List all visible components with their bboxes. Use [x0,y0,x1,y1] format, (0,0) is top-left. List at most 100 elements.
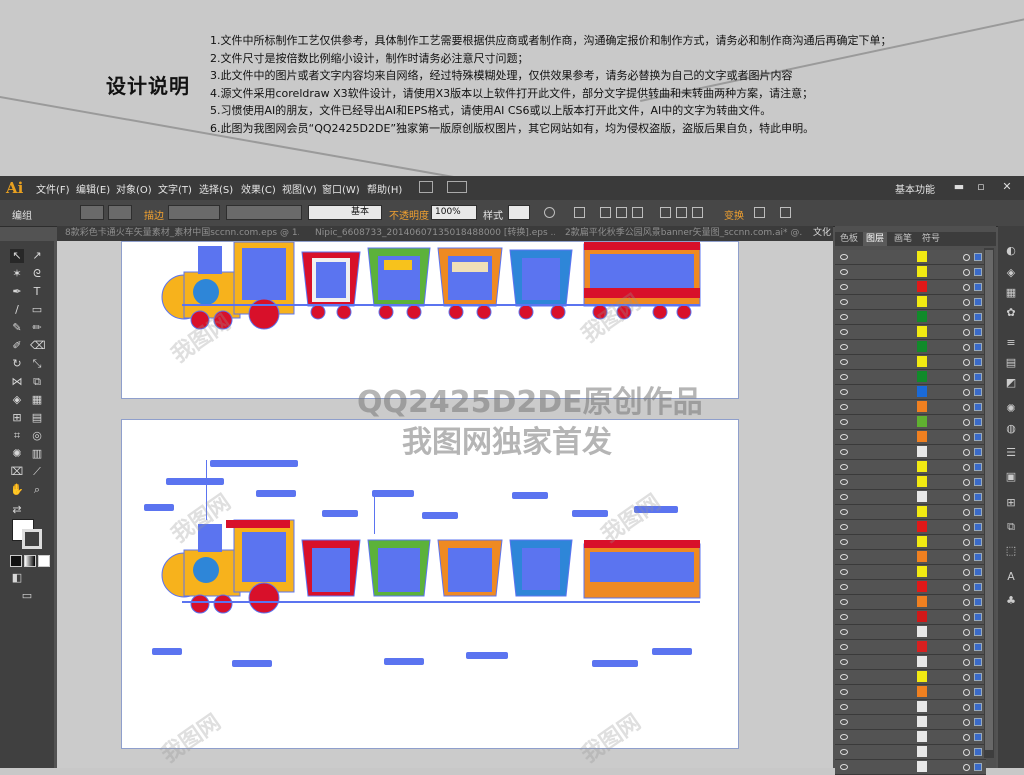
layer-row[interactable] [835,715,986,730]
doc-tab-2[interactable]: Nipic_6608733_20140607135018488000 [转换].… [315,226,555,241]
target-icon[interactable] [963,584,970,591]
layer-row[interactable] [835,550,986,565]
scrollbar-thumb[interactable] [985,250,993,750]
target-icon[interactable] [963,689,970,696]
layer-row[interactable] [835,340,986,355]
gradient-mode-icon[interactable] [24,555,36,567]
pencil-tool-icon[interactable]: ✏ [30,321,44,335]
pathfinder-icon[interactable]: ⧉ [1004,520,1018,534]
tab-symbols[interactable]: 符号 [919,232,943,246]
visibility-eye-icon[interactable] [840,614,848,620]
layers-icon[interactable]: ☰ [1004,446,1018,460]
layer-row[interactable] [835,310,986,325]
target-icon[interactable] [963,614,970,621]
selection-indicator[interactable] [974,613,982,621]
target-icon[interactable] [963,404,970,411]
visibility-eye-icon[interactable] [840,554,848,560]
target-icon[interactable] [963,389,970,396]
menu-window[interactable]: 窗口(W) [322,181,360,196]
line-tool-icon[interactable]: / [10,303,24,317]
target-icon[interactable] [963,254,970,261]
variable-width-select[interactable] [226,205,302,220]
target-icon[interactable] [963,734,970,741]
visibility-eye-icon[interactable] [840,734,848,740]
target-icon[interactable] [963,314,970,321]
free-transform-tool-icon[interactable]: ⧉ [30,375,44,389]
selection-indicator[interactable] [974,748,982,756]
target-icon[interactable] [963,419,970,426]
target-icon[interactable] [963,374,970,381]
selection-indicator[interactable] [974,403,982,411]
visibility-eye-icon[interactable] [840,314,848,320]
layer-row[interactable] [835,490,986,505]
color-panel-icon[interactable]: ◐ [1004,244,1018,258]
layer-row[interactable] [835,355,986,370]
layer-row[interactable] [835,610,986,625]
visibility-eye-icon[interactable] [840,659,848,665]
stroke-swatch[interactable] [22,529,42,549]
hand-tool-icon[interactable]: ✋ [10,483,24,497]
align-icon[interactable]: ⊞ [1004,496,1018,510]
selection-indicator[interactable] [974,583,982,591]
rotate-tool-icon[interactable]: ↻ [10,357,24,371]
brush-style-select[interactable]: 基本 [308,205,382,220]
selection-indicator[interactable] [974,448,982,456]
layer-row[interactable] [835,730,986,745]
type-tool-icon[interactable]: T [30,285,44,299]
selection-indicator[interactable] [974,673,982,681]
recolor-icon[interactable] [544,207,555,218]
isolate-icon[interactable] [754,207,765,218]
visibility-eye-icon[interactable] [840,764,848,770]
layer-row[interactable] [835,280,986,295]
visibility-eye-icon[interactable] [840,434,848,440]
shape-builder-tool-icon[interactable]: ◈ [10,393,24,407]
target-icon[interactable] [963,284,970,291]
selection-indicator[interactable] [974,358,982,366]
selection-indicator[interactable] [974,568,982,576]
menu-help[interactable]: 帮助(H) [367,181,402,196]
layers-scrollbar[interactable] [984,248,994,758]
selection-indicator[interactable] [974,703,982,711]
brushes-icon[interactable]: ✿ [1004,306,1018,320]
workspace-switcher[interactable]: 基本功能 [895,181,935,196]
eyedropper-tool-icon[interactable]: ⌗ [10,429,24,443]
selection-indicator[interactable] [974,628,982,636]
artboard-tool-icon[interactable]: ⌧ [10,465,24,479]
selection-indicator[interactable] [974,418,982,426]
selection-indicator[interactable] [974,463,982,471]
target-icon[interactable] [963,749,970,756]
selection-indicator[interactable] [974,433,982,441]
menu-view[interactable]: 视图(V) [282,181,317,196]
layer-row[interactable] [835,460,986,475]
doc-tab-3[interactable]: 2款扁平化秋季公园风景banner矢量图_sccnn.com.ai* @... [565,226,803,241]
align-top-icon[interactable] [660,207,671,218]
direct-selection-tool-icon[interactable]: ↗ [30,249,44,263]
transform-label[interactable]: 变换 [724,207,744,222]
layer-row[interactable] [835,685,986,700]
visibility-eye-icon[interactable] [840,299,848,305]
target-icon[interactable] [963,464,970,471]
target-icon[interactable] [963,524,970,531]
visibility-eye-icon[interactable] [840,719,848,725]
fill-color-picker[interactable] [80,205,104,220]
visibility-eye-icon[interactable] [840,284,848,290]
visibility-eye-icon[interactable] [840,749,848,755]
visibility-eye-icon[interactable] [840,464,848,470]
visibility-eye-icon[interactable] [840,494,848,500]
perspective-grid-tool-icon[interactable]: ▦ [30,393,44,407]
layer-row[interactable] [835,505,986,520]
align-right-icon[interactable] [632,207,643,218]
selection-indicator[interactable] [974,523,982,531]
rectangle-tool-icon[interactable]: ▭ [30,303,44,317]
align-to-icon[interactable] [574,207,585,218]
target-icon[interactable] [963,269,970,276]
stroke-icon[interactable]: ≡ [1004,336,1018,350]
menu-select[interactable]: 选择(S) [199,181,233,196]
layer-row[interactable] [835,475,986,490]
target-icon[interactable] [963,554,970,561]
menu-edit[interactable]: 编辑(E) [76,181,110,196]
menu-effect[interactable]: 效果(C) [241,181,276,196]
layer-row[interactable] [835,385,986,400]
layer-row[interactable] [835,400,986,415]
visibility-eye-icon[interactable] [840,404,848,410]
